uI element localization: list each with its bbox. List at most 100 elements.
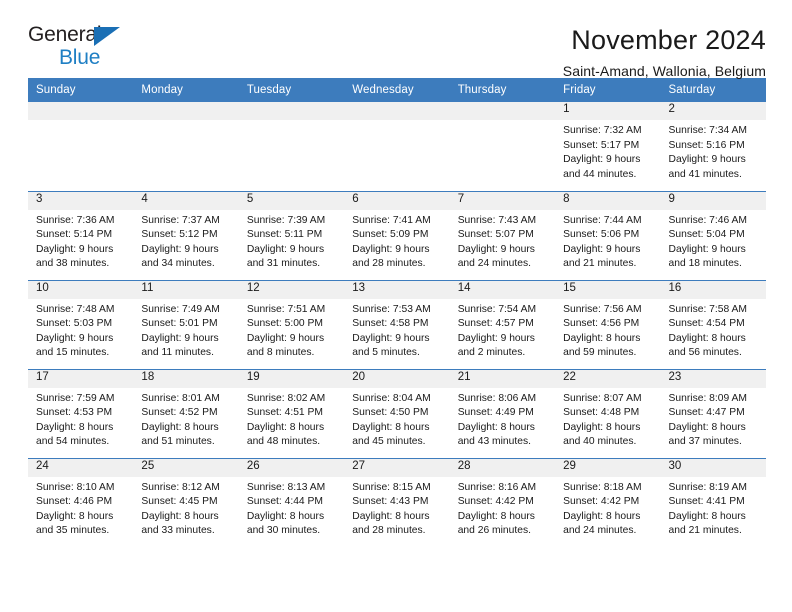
- sunrise-text: Sunrise: 7:36 AM: [36, 214, 115, 226]
- calendar-day-cell[interactable]: 13 Sunrise: 7:53 AM Sunset: 4:58 PM Dayligh…: [344, 279, 450, 369]
- sunrise-text: Sunrise: 8:15 AM: [352, 481, 431, 493]
- sunset-text: Sunset: 4:47 PM: [668, 407, 745, 419]
- calendar-day-cell[interactable]: 29 Sunrise: 8:18 AM Sunset: 4:42 PM Dayligh…: [555, 457, 661, 547]
- day-number: 23: [660, 369, 766, 388]
- calendar-day-cell[interactable]: 23 Sunrise: 8:09 AM Sunset: 4:47 PM Dayligh…: [660, 368, 766, 458]
- sunrise-text: Sunrise: 7:46 AM: [668, 214, 747, 226]
- day-number: [344, 102, 450, 120]
- sunrise-text: Sunrise: 8:12 AM: [141, 481, 220, 493]
- calendar-day-cell[interactable]: 14 Sunrise: 7:54 AM Sunset: 4:57 PM Dayligh…: [449, 279, 556, 369]
- day-details: Sunrise: 8:01 AM Sunset: 4:52 PM Daylight:…: [133, 388, 238, 450]
- day-details: Sunrise: 7:53 AM Sunset: 4:58 PM Daylight:…: [344, 299, 449, 361]
- sunset-text: Sunset: 4:48 PM: [563, 407, 640, 419]
- calendar-day-cell[interactable]: 3 Sunrise: 7:36 AM Sunset: 5:14 PM Daylight…: [28, 190, 134, 280]
- daylight-text: Daylight: 8 hours and 24 minutes.: [563, 510, 641, 537]
- calendar-day-cell[interactable]: 2 Sunrise: 7:34 AM Sunset: 5:16 PM Daylight…: [660, 102, 766, 191]
- sunrise-text: Sunrise: 8:02 AM: [246, 392, 326, 404]
- calendar-day-cell[interactable]: 30 Sunrise: 8:19 AM Sunset: 4:41 PM Dayligh…: [660, 457, 766, 547]
- calendar-day-cell-empty: [344, 102, 450, 191]
- calendar-day-cell[interactable]: 26 Sunrise: 8:13 AM Sunset: 4:44 PM Dayligh…: [238, 457, 345, 547]
- sunset-text: Sunset: 4:42 PM: [563, 496, 640, 508]
- calendar-day-cell[interactable]: 18 Sunrise: 8:01 AM Sunset: 4:52 PM Dayligh…: [133, 368, 239, 458]
- calendar-week-row: 24 Sunrise: 8:10 AM Sunset: 4:46 PM Dayligh…: [28, 457, 766, 547]
- sunrise-text: Sunrise: 8:09 AM: [668, 392, 747, 404]
- day-details: Sunrise: 7:39 AM Sunset: 5:11 PM Daylight:…: [239, 210, 344, 272]
- calendar-day-cell-empty: [28, 102, 134, 191]
- calendar-weekday-header: Sunday Monday Tuesday Wednesday Thursday Frid…: [28, 78, 766, 102]
- calendar-day-cell[interactable]: 8 Sunrise: 7:44 AM Sunset: 5:06 PM Daylight…: [555, 190, 661, 280]
- day-details: Sunrise: 7:34 AM Sunset: 5:16 PM Daylight:…: [661, 120, 766, 182]
- daylight-text: Daylight: 9 hours and 24 minutes.: [457, 243, 535, 270]
- calendar-day-cell[interactable]: 25 Sunrise: 8:12 AM Sunset: 4:45 PM Dayligh…: [133, 457, 239, 547]
- title-block: November 2024 Saint-Amand, Wallonia, Bel…: [563, 24, 766, 79]
- sunrise-text: Sunrise: 8:01 AM: [141, 392, 220, 404]
- day-number: 28: [449, 458, 556, 477]
- daylight-text: Daylight: 9 hours and 11 minutes.: [141, 332, 219, 359]
- calendar-day-cell[interactable]: 1 Sunrise: 7:32 AM Sunset: 5:17 PM Daylight…: [555, 102, 661, 191]
- daylight-text: Daylight: 8 hours and 40 minutes.: [563, 421, 641, 448]
- calendar-day-cell[interactable]: 9 Sunrise: 7:46 AM Sunset: 5:04 PM Daylight…: [660, 190, 766, 280]
- brand-name-general: General: [28, 23, 102, 46]
- day-number: 5: [238, 191, 345, 210]
- calendar-day-cell[interactable]: 20 Sunrise: 8:04 AM Sunset: 4:50 PM Dayligh…: [344, 368, 450, 458]
- calendar-table: Sunday Monday Tuesday Wednesday Thursday Frid…: [28, 78, 766, 547]
- weekday-header-sunday: Sunday: [28, 78, 134, 102]
- day-number: 15: [555, 280, 661, 299]
- day-details: Sunrise: 8:04 AM Sunset: 4:50 PM Daylight:…: [344, 388, 449, 450]
- calendar-day-cell[interactable]: 10 Sunrise: 7:48 AM Sunset: 5:03 PM Dayligh…: [28, 279, 134, 369]
- calendar-day-cell[interactable]: 15 Sunrise: 7:56 AM Sunset: 4:56 PM Dayligh…: [555, 279, 661, 369]
- sunrise-text: Sunrise: 7:53 AM: [352, 303, 431, 315]
- calendar-day-cell[interactable]: 27 Sunrise: 8:15 AM Sunset: 4:43 PM Dayligh…: [344, 457, 450, 547]
- day-details: Sunrise: 7:48 AM Sunset: 5:03 PM Daylight:…: [28, 299, 133, 361]
- page-title: November 2024: [571, 25, 766, 55]
- brand-triangle-icon: [94, 27, 120, 46]
- calendar-week-row: 17 Sunrise: 7:59 AM Sunset: 4:53 PM Dayligh…: [28, 368, 766, 458]
- calendar-day-cell[interactable]: 12 Sunrise: 7:51 AM Sunset: 5:00 PM Dayligh…: [238, 279, 345, 369]
- daylight-text: Daylight: 8 hours and 56 minutes.: [668, 332, 746, 359]
- daylight-text: Daylight: 8 hours and 35 minutes.: [36, 510, 114, 537]
- sunset-text: Sunset: 4:51 PM: [246, 407, 323, 419]
- sunset-text: Sunset: 5:03 PM: [36, 318, 113, 330]
- calendar-day-cell[interactable]: 6 Sunrise: 7:41 AM Sunset: 5:09 PM Daylight…: [344, 190, 450, 280]
- day-details: Sunrise: 7:59 AM Sunset: 4:53 PM Daylight:…: [28, 388, 133, 450]
- calendar-day-cell-empty: [133, 102, 239, 191]
- day-number: 19: [238, 369, 345, 388]
- brand-logo[interactable]: General Blue: [28, 24, 148, 70]
- calendar-day-cell[interactable]: 19 Sunrise: 8:02 AM Sunset: 4:51 PM Dayligh…: [238, 368, 345, 458]
- calendar-day-cell[interactable]: 7 Sunrise: 7:43 AM Sunset: 5:07 PM Daylight…: [449, 190, 556, 280]
- day-number: 29: [555, 458, 661, 477]
- calendar-day-cell[interactable]: 4 Sunrise: 7:37 AM Sunset: 5:12 PM Daylight…: [133, 190, 239, 280]
- sunrise-text: Sunrise: 8:18 AM: [563, 481, 642, 493]
- day-number: 7: [449, 191, 556, 210]
- day-details: Sunrise: 7:32 AM Sunset: 5:17 PM Daylight:…: [555, 120, 660, 182]
- calendar-day-cell[interactable]: 21 Sunrise: 8:06 AM Sunset: 4:49 PM Dayligh…: [449, 368, 556, 458]
- day-number: 13: [344, 280, 450, 299]
- sunset-text: Sunset: 4:54 PM: [668, 318, 745, 330]
- page-subtitle: Saint-Amand, Wallonia, Belgium: [562, 63, 766, 80]
- daylight-text: Daylight: 8 hours and 59 minutes.: [563, 332, 641, 359]
- daylight-text: Daylight: 9 hours and 18 minutes.: [668, 243, 746, 270]
- day-details: Sunrise: 8:13 AM Sunset: 4:44 PM Daylight:…: [239, 477, 344, 539]
- calendar-day-cell[interactable]: 5 Sunrise: 7:39 AM Sunset: 5:11 PM Daylight…: [238, 190, 345, 280]
- daylight-text: Daylight: 9 hours and 15 minutes.: [36, 332, 114, 359]
- day-details: Sunrise: 7:49 AM Sunset: 5:01 PM Daylight:…: [133, 299, 238, 361]
- calendar-day-cell[interactable]: 28 Sunrise: 8:16 AM Sunset: 4:42 PM Dayligh…: [449, 457, 556, 547]
- day-number: [133, 102, 239, 120]
- calendar-day-cell[interactable]: 11 Sunrise: 7:49 AM Sunset: 5:01 PM Dayligh…: [133, 279, 239, 369]
- sunset-text: Sunset: 4:50 PM: [352, 407, 429, 419]
- calendar-day-cell[interactable]: 24 Sunrise: 8:10 AM Sunset: 4:46 PM Dayligh…: [28, 457, 134, 547]
- day-number: 22: [555, 369, 661, 388]
- sunset-text: Sunset: 5:14 PM: [36, 229, 113, 241]
- sunrise-text: Sunrise: 7:51 AM: [246, 303, 326, 315]
- day-details: Sunrise: 7:51 AM Sunset: 5:00 PM Daylight:…: [239, 299, 344, 361]
- daylight-text: Daylight: 9 hours and 5 minutes.: [352, 332, 430, 359]
- calendar-day-cell[interactable]: 22 Sunrise: 8:07 AM Sunset: 4:48 PM Dayligh…: [555, 368, 661, 458]
- day-number: 3: [28, 191, 134, 210]
- day-number: 11: [133, 280, 239, 299]
- calendar-day-cell[interactable]: 17 Sunrise: 7:59 AM Sunset: 4:53 PM Dayligh…: [28, 368, 134, 458]
- day-number: 10: [28, 280, 134, 299]
- day-number: 12: [238, 280, 345, 299]
- calendar-day-cell[interactable]: 16 Sunrise: 7:58 AM Sunset: 4:54 PM Dayligh…: [660, 279, 766, 369]
- calendar-day-cell-empty: [449, 102, 556, 191]
- day-number: 1: [555, 102, 661, 120]
